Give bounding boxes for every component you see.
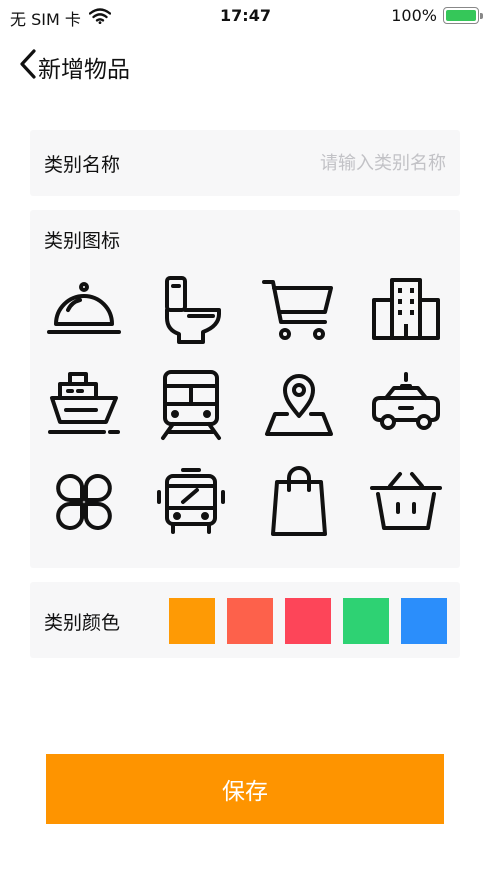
save-button[interactable]: 保存 — [46, 754, 444, 824]
clover-icon — [55, 474, 112, 530]
icon-option-cart[interactable] — [245, 272, 353, 348]
basket-icon — [370, 472, 443, 530]
icon-option-ship[interactable] — [30, 368, 138, 444]
icon-option-clover[interactable] — [30, 464, 138, 540]
icon-option-basket[interactable] — [353, 464, 461, 540]
color-swatch-orange[interactable] — [169, 598, 215, 644]
category-color-label: 类别颜色 — [44, 612, 121, 634]
category-name-label: 类别名称 — [44, 154, 121, 176]
icon-option-toilet[interactable] — [138, 272, 246, 348]
category-color-card: 类别颜色 — [30, 582, 460, 658]
building-icon — [372, 278, 441, 340]
icon-option-train[interactable] — [138, 368, 246, 444]
category-name-input[interactable] — [226, 146, 446, 180]
status-right: 100% — [391, 6, 483, 25]
icon-option-taxi[interactable] — [353, 368, 461, 444]
category-icon-label: 类别图标 — [44, 230, 121, 252]
color-swatch-coral[interactable] — [227, 598, 273, 644]
category-icon-card: 类别图标 — [30, 210, 460, 568]
taxi-icon — [372, 372, 441, 430]
icon-option-food[interactable] — [30, 272, 138, 348]
battery-percent: 100% — [391, 6, 437, 25]
status-bar: 无 SIM 卡 17:47 100% — [0, 0, 491, 34]
color-swatch-green[interactable] — [343, 598, 389, 644]
location-pin-icon — [264, 374, 333, 436]
icon-option-bus[interactable] — [138, 464, 246, 540]
shopping-bag-icon — [270, 466, 327, 536]
chevron-left-icon — [18, 48, 38, 84]
color-swatch-red[interactable] — [285, 598, 331, 644]
color-swatches — [169, 598, 447, 644]
battery-fill — [446, 10, 476, 21]
battery-icon — [443, 7, 483, 24]
icon-option-location[interactable] — [245, 368, 353, 444]
ship-icon — [47, 372, 120, 434]
toilet-icon — [165, 276, 222, 344]
shopping-cart-icon — [261, 280, 333, 340]
food-cloche-icon — [46, 282, 121, 334]
nav-bar: 新增物品 — [0, 40, 491, 92]
bus-icon — [157, 468, 226, 534]
color-swatch-blue[interactable] — [401, 598, 447, 644]
icon-option-bag[interactable] — [245, 464, 353, 540]
icon-option-building[interactable] — [353, 272, 461, 348]
page-title: 新增物品 — [38, 57, 130, 83]
icon-grid — [30, 272, 460, 540]
train-icon — [161, 370, 222, 440]
category-name-card: 类别名称 — [30, 130, 460, 196]
